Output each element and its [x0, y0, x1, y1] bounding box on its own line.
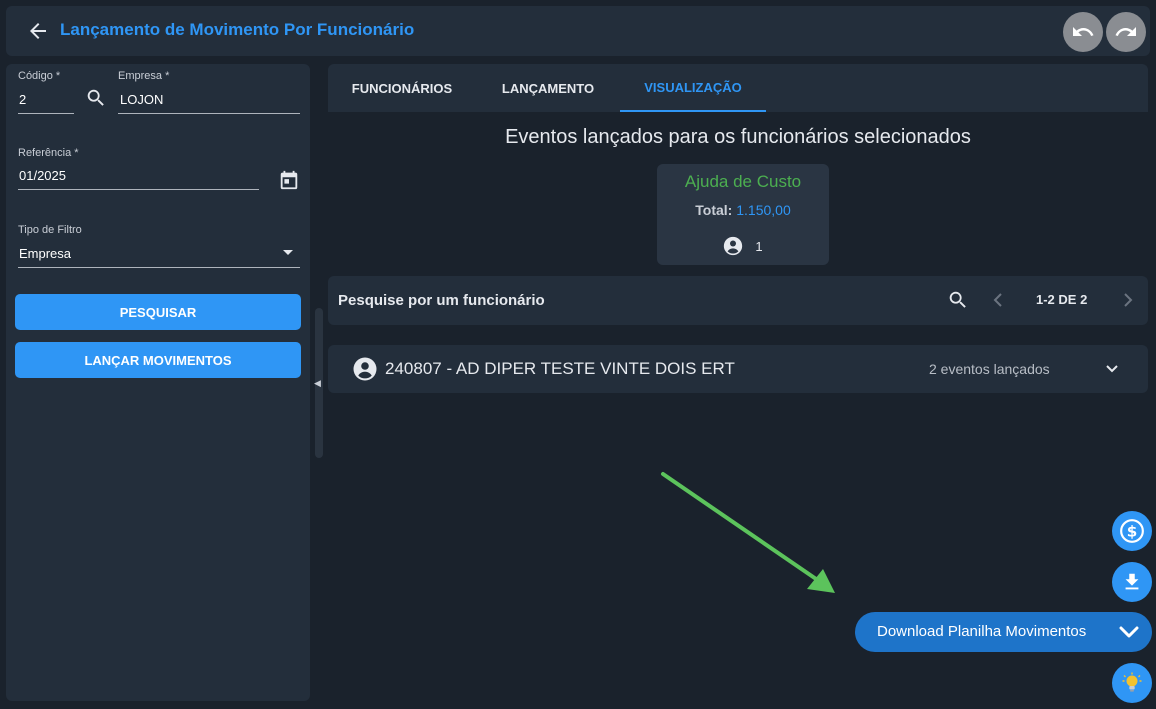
tipo-filtro-label: Tipo de Filtro — [18, 224, 82, 236]
tipo-filtro-underline — [18, 267, 300, 268]
svg-text:$: $ — [1127, 522, 1138, 540]
tab-funcionarios[interactable]: FUNCIONÁRIOS — [328, 64, 476, 112]
undo-icon — [1073, 27, 1094, 36]
redo-icon — [1115, 27, 1136, 36]
codigo-field[interactable]: 2 — [19, 92, 26, 107]
tab-lancamento[interactable]: LANÇAMENTO — [476, 64, 620, 112]
annotation-arrow-icon — [661, 472, 835, 593]
pagination-text: 1-2 DE 2 — [1036, 292, 1088, 307]
tips-fab-button[interactable] — [1112, 663, 1152, 703]
referencia-field[interactable]: 01/2025 — [19, 168, 66, 183]
arrow-left-icon[interactable] — [26, 19, 50, 43]
codigo-underline — [18, 113, 74, 114]
calendar-icon[interactable] — [277, 168, 301, 192]
event-card[interactable]: Ajuda de Custo Total: 1.150,00 1 — [657, 164, 829, 265]
top-bar: Lançamento de Movimento Por Funcionário — [6, 6, 1150, 56]
lightbulb-icon — [1122, 672, 1142, 692]
event-card-total-label: Total: — [695, 202, 733, 218]
redo-button[interactable] — [1106, 12, 1146, 52]
employee-events-count: 2 eventos lançados — [929, 361, 1050, 377]
tab-visualizacao[interactable]: VISUALIZAÇÃO — [620, 64, 766, 112]
event-card-total-value: 1.150,00 — [736, 202, 791, 218]
chevron-left-icon[interactable] — [988, 290, 1008, 310]
event-card-total: Total: 1.150,00 — [657, 202, 829, 218]
page-title: Lançamento de Movimento Por Funcionário — [60, 20, 415, 39]
empresa-underline — [118, 113, 300, 114]
filter-panel: Código * 2 Empresa * LOJON Referência * … — [6, 64, 310, 701]
employee-name: 240807 - AD DIPER TESTE VINTE DOIS ERT — [385, 359, 735, 378]
empresa-field[interactable]: LOJON — [120, 92, 163, 107]
download-fab-button[interactable] — [1112, 562, 1152, 602]
chevron-right-icon[interactable] — [1118, 290, 1138, 310]
money-fab-button[interactable]: $ — [1112, 511, 1152, 551]
dollar-icon: $ — [1120, 519, 1144, 543]
event-card-count: 1 — [657, 236, 829, 256]
search-icon[interactable] — [946, 288, 970, 312]
employee-search-label: Pesquise por um funcionário — [338, 292, 545, 309]
event-card-title: Ajuda de Custo — [684, 172, 802, 191]
account-circle-icon — [353, 357, 377, 381]
referencia-label: Referência * — [18, 147, 79, 159]
expand-chevron-icon[interactable] — [1103, 361, 1121, 377]
referencia-underline — [18, 189, 259, 190]
pesquisar-button[interactable]: PESQUISAR — [15, 294, 301, 330]
search-icon[interactable] — [84, 86, 108, 110]
empresa-label: Empresa * — [118, 70, 170, 82]
download-planilha-label: Download Planilha Movimentos — [877, 623, 1087, 640]
chevron-down-icon — [1119, 626, 1139, 638]
collapse-arrow-icon[interactable]: ◀ — [314, 378, 321, 389]
download-planilha-button[interactable]: Download Planilha Movimentos — [855, 612, 1152, 652]
codigo-label: Código * — [18, 70, 61, 82]
tipo-filtro-select[interactable]: Empresa — [19, 246, 71, 261]
event-card-count-value: 1 — [755, 238, 763, 254]
tab-bar: FUNCIONÁRIOS LANÇAMENTO VISUALIZAÇÃO — [328, 64, 1148, 112]
lancar-movimentos-button[interactable]: LANÇAR MOVIMENTOS — [15, 342, 301, 378]
dropdown-arrow-icon[interactable] — [280, 247, 296, 259]
download-icon — [1125, 573, 1139, 590]
account-circle-icon — [724, 236, 743, 256]
employee-search-bar: Pesquise por um funcionário 1-2 DE 2 — [328, 276, 1148, 325]
section-title: Eventos lançados para os funcionários se… — [505, 126, 971, 148]
employee-row[interactable]: 240807 - AD DIPER TESTE VINTE DOIS ERT 2… — [328, 345, 1148, 393]
undo-button[interactable] — [1063, 12, 1103, 52]
